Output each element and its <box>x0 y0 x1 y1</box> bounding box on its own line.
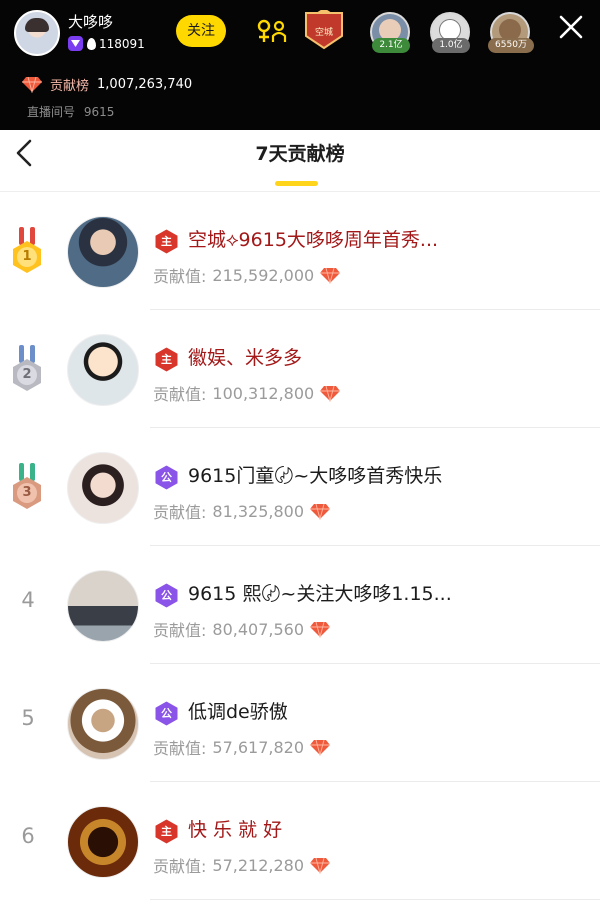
user-avatar[interactable] <box>67 216 139 288</box>
role-badge-label: 主 <box>161 825 172 838</box>
divider <box>150 899 600 900</box>
role-badge-label: 公 <box>161 471 172 484</box>
contribution-number: 57,617,820 <box>212 737 305 757</box>
medal-rank-number: 1 <box>22 249 32 264</box>
live-room-header: 大哆哆 118091 关注 空城 2.1亿 1.0亿 6550万 贡献榜 1,0… <box>0 0 600 130</box>
list-item[interactable]: 3 公 9615门童〄~大哆哆首秀快乐贡献值: 81,325,800 <box>0 428 600 546</box>
room-number-label: 直播间号 <box>27 105 76 119</box>
gem-icon <box>310 621 331 638</box>
rank-number: 4 <box>21 588 35 612</box>
user-avatar[interactable] <box>67 806 139 878</box>
tab-active-indicator <box>275 181 318 186</box>
contribution-label: 贡献值: <box>153 385 207 404</box>
user-avatar[interactable] <box>67 452 139 524</box>
contribution-label: 贡献值: <box>153 621 207 640</box>
user-name: 9615 熙〄~关注大哆哆1.15... <box>188 583 452 605</box>
gem-icon <box>310 857 331 874</box>
contribution-number: 80,407,560 <box>212 619 305 639</box>
top-viewer-tag: 2.1亿 <box>372 38 410 53</box>
rank-number: 5 <box>21 706 35 730</box>
list-item[interactable]: 1 主 空城⟡9615大哆哆周年首秀... 贡献值: 215,592,000 <box>0 192 600 310</box>
contribution-label: 贡献值: <box>153 503 207 522</box>
contribution-total: 1,007,263,740 <box>97 76 193 92</box>
top-viewer-tag: 1.0亿 <box>432 38 470 53</box>
gem-icon <box>22 76 42 93</box>
contribution-value: 贡献值: 100,312,800 <box>153 381 341 405</box>
top-viewer-tag: 6550万 <box>488 38 534 53</box>
list-item[interactable]: 2 主 徽娱、米多多贡献值: 100,312,800 <box>0 310 600 428</box>
host-fans-count: 118091 <box>99 37 145 51</box>
user-name: 空城⟡9615大哆哆周年首秀... <box>188 229 439 251</box>
fire-icon <box>87 38 96 50</box>
list-item[interactable]: 4 公 9615 熙〄~关注大哆哆1.15... 贡献值: 80,407,560 <box>0 546 600 664</box>
page-title: 7天贡献榜 <box>255 143 345 165</box>
role-badge-label: 主 <box>161 353 172 366</box>
gem-icon <box>310 739 331 756</box>
user-name: 徽娱、米多多 <box>188 347 303 369</box>
contribution-label: 贡献值: <box>153 267 207 286</box>
role-badge-label: 主 <box>161 235 172 248</box>
user-avatar[interactable] <box>67 570 139 642</box>
medal-rank-number: 2 <box>22 367 32 382</box>
contribution-label: 贡献值: <box>153 857 207 876</box>
contribution-number: 215,592,000 <box>212 265 315 285</box>
contribution-value: 贡献值: 215,592,000 <box>153 263 341 287</box>
contribution-summary[interactable]: 贡献榜 1,007,263,740 <box>22 74 192 94</box>
contribution-label: 贡献值: <box>153 739 207 758</box>
host-name: 大哆哆 <box>68 13 114 31</box>
close-icon[interactable] <box>553 9 589 45</box>
role-badge-label: 公 <box>161 589 172 602</box>
room-number-value: 9615 <box>83 105 115 119</box>
pk-connect-icon[interactable] <box>254 18 288 44</box>
follow-button[interactable]: 关注 <box>176 15 226 47</box>
contribution-number: 100,312,800 <box>212 383 315 403</box>
role-badge-label: 公 <box>161 707 172 720</box>
level-badge-icon <box>68 36 83 51</box>
gem-icon <box>310 503 331 520</box>
contribution-value: 贡献值: 81,325,800 <box>153 499 331 523</box>
gem-icon <box>320 385 341 402</box>
contribution-value: 贡献值: 57,212,280 <box>153 853 331 877</box>
gem-icon <box>320 267 341 284</box>
list-item[interactable]: 6 主 快 乐 就 好贡献值: 57,212,280 <box>0 782 600 900</box>
list-item[interactable]: 5 公 低调de骄傲贡献值: 57,617,820 <box>0 664 600 782</box>
contribution-label: 贡献榜 <box>50 78 90 94</box>
shield-badge-label: 空城 <box>314 28 333 38</box>
medal-rank-number: 3 <box>22 485 32 500</box>
user-name: 9615门童〄~大哆哆首秀快乐 <box>188 465 443 487</box>
contribution-number: 81,325,800 <box>212 501 305 521</box>
user-avatar[interactable] <box>67 688 139 760</box>
room-number: 直播间号 9615 <box>27 103 114 120</box>
contribution-value: 贡献值: 80,407,560 <box>153 617 331 641</box>
user-avatar[interactable] <box>67 334 139 406</box>
user-name: 低调de骄傲 <box>188 701 288 723</box>
contribution-value: 贡献值: 57,617,820 <box>153 735 331 759</box>
user-name: 快 乐 就 好 <box>188 819 283 841</box>
rank-number: 6 <box>21 824 35 848</box>
host-avatar[interactable] <box>14 10 60 56</box>
contribution-number: 57,212,280 <box>212 855 305 875</box>
